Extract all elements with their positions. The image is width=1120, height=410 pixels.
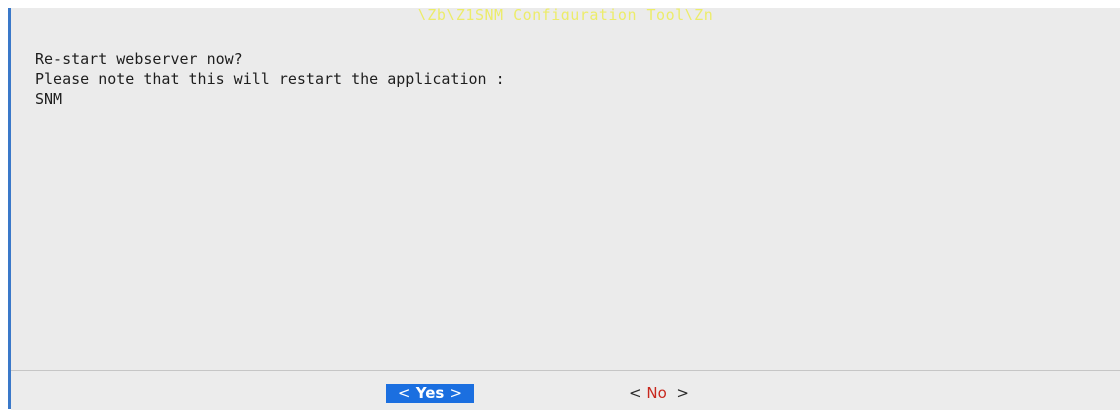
message-line-3: SNM	[35, 90, 63, 108]
button-bar: < Yes > < No >	[11, 370, 1120, 410]
no-left-bracket: <	[629, 384, 642, 402]
yes-right-bracket: >	[449, 384, 463, 402]
dialog-message: Re-start webserver now? Please note that…	[35, 49, 505, 109]
dialog-box: \Zb\Z1SNM Configuration Tool\Zn Re-start…	[8, 8, 1120, 410]
yes-label: Yes	[415, 384, 445, 402]
yes-left-bracket: <	[397, 384, 411, 402]
yes-button[interactable]: < Yes >	[386, 384, 474, 403]
message-line-1: Re-start webserver now?	[35, 50, 243, 68]
no-label: No	[646, 384, 667, 402]
no-button[interactable]: < No >	[629, 384, 689, 403]
dialog-title: \Zb\Z1SNM Configuration Tool\Zn	[417, 8, 714, 20]
no-right-bracket: >	[676, 384, 689, 402]
message-line-2: Please note that this will restart the a…	[35, 70, 505, 88]
